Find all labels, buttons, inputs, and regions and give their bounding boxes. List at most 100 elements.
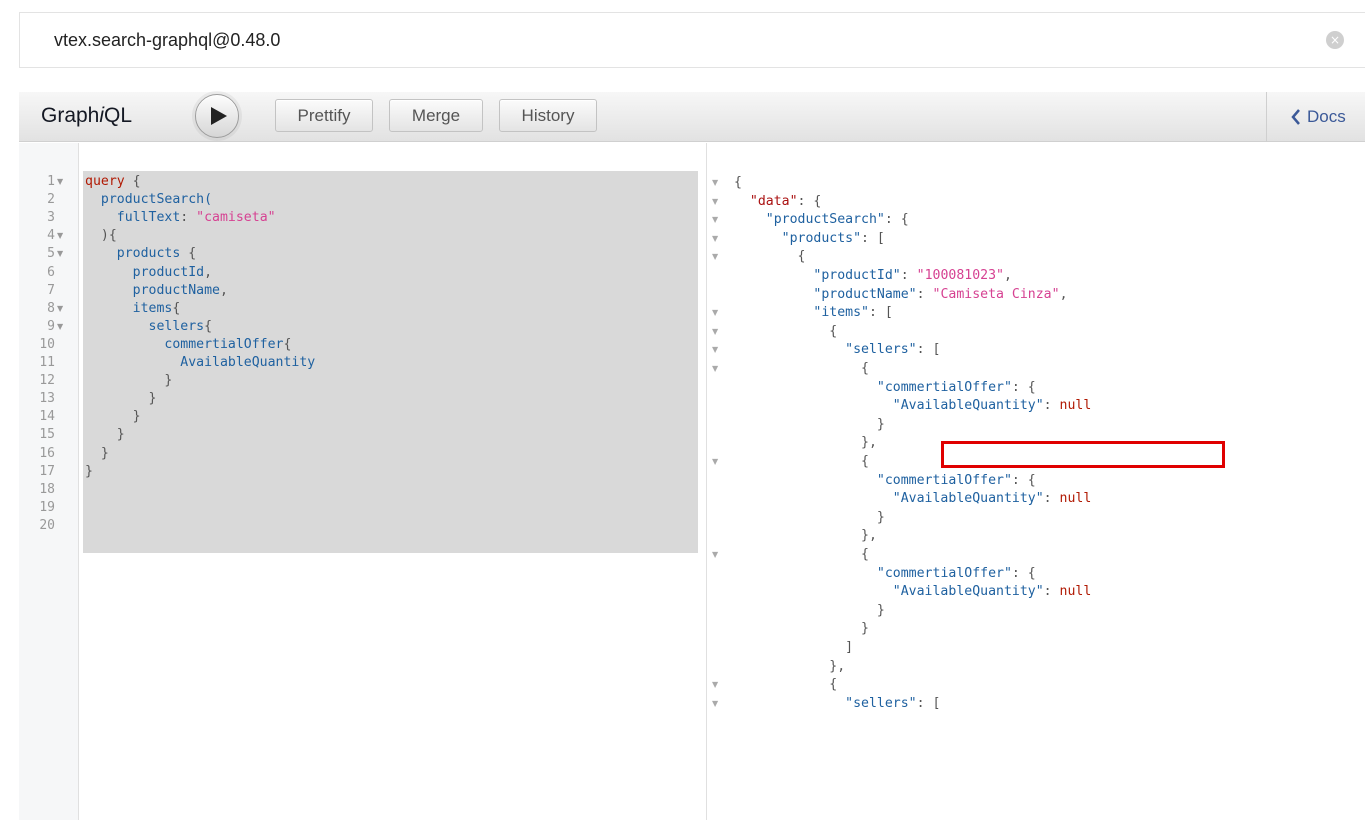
prettify-button[interactable]: Prettify	[275, 99, 373, 132]
result-token: : {	[884, 212, 909, 228]
result-token: },	[734, 658, 846, 674]
result-line: }	[707, 602, 1362, 620]
result-text: {	[734, 453, 869, 471]
fold-toggle-icon[interactable]: ▼	[712, 174, 718, 192]
result-text: "productSearch": {	[734, 211, 909, 229]
line-number: 18	[39, 481, 55, 497]
query-editor[interactable]: 1 ▼ query {2 productSearch(3 fullText: "ca…	[19, 143, 706, 820]
fold-toggle-icon[interactable]: ▼	[712, 211, 718, 229]
code-token: {	[124, 174, 141, 189]
result-line: "AvailableQuantity": null	[707, 397, 1362, 415]
result-token: : [	[916, 695, 941, 711]
code-text: }	[85, 390, 157, 408]
fold-toggle-icon[interactable]: ▼	[712, 453, 718, 471]
result-token	[734, 194, 750, 209]
fold-toggle-icon[interactable]: ▼	[712, 360, 718, 378]
result-line: ▼ "sellers": [	[707, 695, 1362, 713]
result-token: "productName"	[813, 286, 917, 302]
result-token: }	[734, 416, 885, 432]
result-text: }	[734, 620, 869, 638]
result-text: "AvailableQuantity": null	[734, 583, 1092, 601]
code-token: }	[85, 373, 173, 389]
docs-button[interactable]: Docs	[1271, 92, 1365, 142]
result-token	[734, 268, 813, 283]
editor-line: 4 ▼ ){	[19, 227, 699, 245]
result-token: "items"	[813, 305, 869, 321]
editor-line: 15 }	[19, 426, 699, 444]
fold-toggle-icon[interactable]: ▼	[712, 304, 718, 322]
result-token	[734, 380, 877, 395]
code-token: }	[85, 463, 93, 479]
result-token: {	[734, 323, 838, 339]
fold-toggle-icon[interactable]: ▼	[712, 341, 718, 359]
result-token: "100081023"	[916, 268, 1004, 283]
result-text: "sellers": [	[734, 695, 940, 713]
code-text: query {	[85, 173, 141, 191]
result-line: ▼ "data": {	[707, 193, 1362, 211]
close-circle-icon[interactable]: ×	[1326, 31, 1344, 49]
result-token	[734, 584, 893, 599]
result-token: {	[734, 361, 869, 376]
result-token: {	[734, 547, 869, 562]
editor-line: 9 ▼ sellers{	[19, 318, 699, 336]
result-token: "commertialOffer"	[876, 379, 1012, 395]
fold-toggle-icon[interactable]: ▼	[712, 695, 718, 713]
result-token: : {	[1011, 379, 1036, 395]
result-token	[734, 398, 893, 413]
result-token: {	[734, 454, 869, 469]
line-number: 8	[47, 300, 55, 316]
line-number: 19	[39, 499, 55, 515]
code-text: productSearch(	[85, 191, 212, 209]
fold-toggle-icon[interactable]: ▼	[57, 173, 63, 191]
fold-toggle-icon[interactable]: ▼	[712, 546, 718, 564]
editor-line: 3 fullText: "camiseta"	[19, 209, 699, 227]
result-token	[734, 212, 766, 227]
code-text: }	[85, 426, 125, 444]
fold-toggle-icon[interactable]: ▼	[712, 193, 718, 211]
result-token: : [	[868, 305, 893, 321]
result-token	[734, 566, 877, 581]
result-token	[734, 473, 877, 488]
result-text: "products": [	[734, 230, 885, 248]
editor-line: 19	[19, 499, 699, 517]
editor-line: 10 commertialOffer{	[19, 336, 699, 354]
editor-line: 12 }	[19, 372, 699, 390]
code-token: ,	[219, 282, 228, 298]
result-text: "productName": "Camiseta Cinza",	[734, 286, 1067, 304]
fold-toggle-icon[interactable]: ▼	[712, 230, 718, 248]
result-token: null	[1059, 584, 1092, 600]
result-line: ▼{	[707, 174, 1362, 192]
code-text: commertialOffer{	[85, 336, 291, 354]
result-line: ▼ {	[707, 360, 1362, 378]
line-number: 1	[47, 174, 55, 189]
fold-toggle-icon[interactable]: ▼	[712, 676, 718, 694]
code-token: {	[172, 300, 181, 316]
result-line: "AvailableQuantity": null	[707, 583, 1362, 601]
result-text: },	[734, 434, 877, 452]
result-line: "productId": "100081023",	[707, 267, 1362, 285]
result-token: :	[1043, 491, 1060, 507]
fold-toggle-icon[interactable]: ▼	[57, 318, 63, 336]
result-viewer[interactable]: ▼{▼ "data": {▼ "productSearch": {▼ "prod…	[706, 143, 1365, 820]
code-text: }	[85, 463, 93, 481]
fold-toggle-icon[interactable]: ▼	[712, 248, 718, 266]
fold-toggle-icon[interactable]: ▼	[57, 245, 63, 263]
fold-toggle-icon[interactable]: ▼	[712, 323, 718, 341]
editor-line: 5 ▼ products {	[19, 245, 699, 263]
result-token	[734, 491, 893, 506]
fold-toggle-icon[interactable]: ▼	[57, 227, 63, 245]
code-token: }	[85, 409, 141, 425]
line-number: 15	[39, 427, 55, 443]
result-token	[734, 231, 782, 246]
fold-toggle-icon[interactable]: ▼	[57, 300, 63, 318]
app-search-bar[interactable]: vtex.search-graphql@0.48.0 ×	[19, 12, 1365, 68]
line-number: 12	[39, 373, 55, 389]
editor-line: 2 productSearch(	[19, 191, 699, 209]
result-token: }	[734, 509, 885, 525]
result-text: "sellers": [	[734, 341, 940, 359]
result-token: : [	[861, 230, 885, 246]
line-number: 20	[39, 517, 55, 533]
execute-query-button[interactable]	[195, 94, 239, 138]
history-button[interactable]: History	[499, 99, 597, 132]
merge-button[interactable]: Merge	[389, 99, 483, 132]
